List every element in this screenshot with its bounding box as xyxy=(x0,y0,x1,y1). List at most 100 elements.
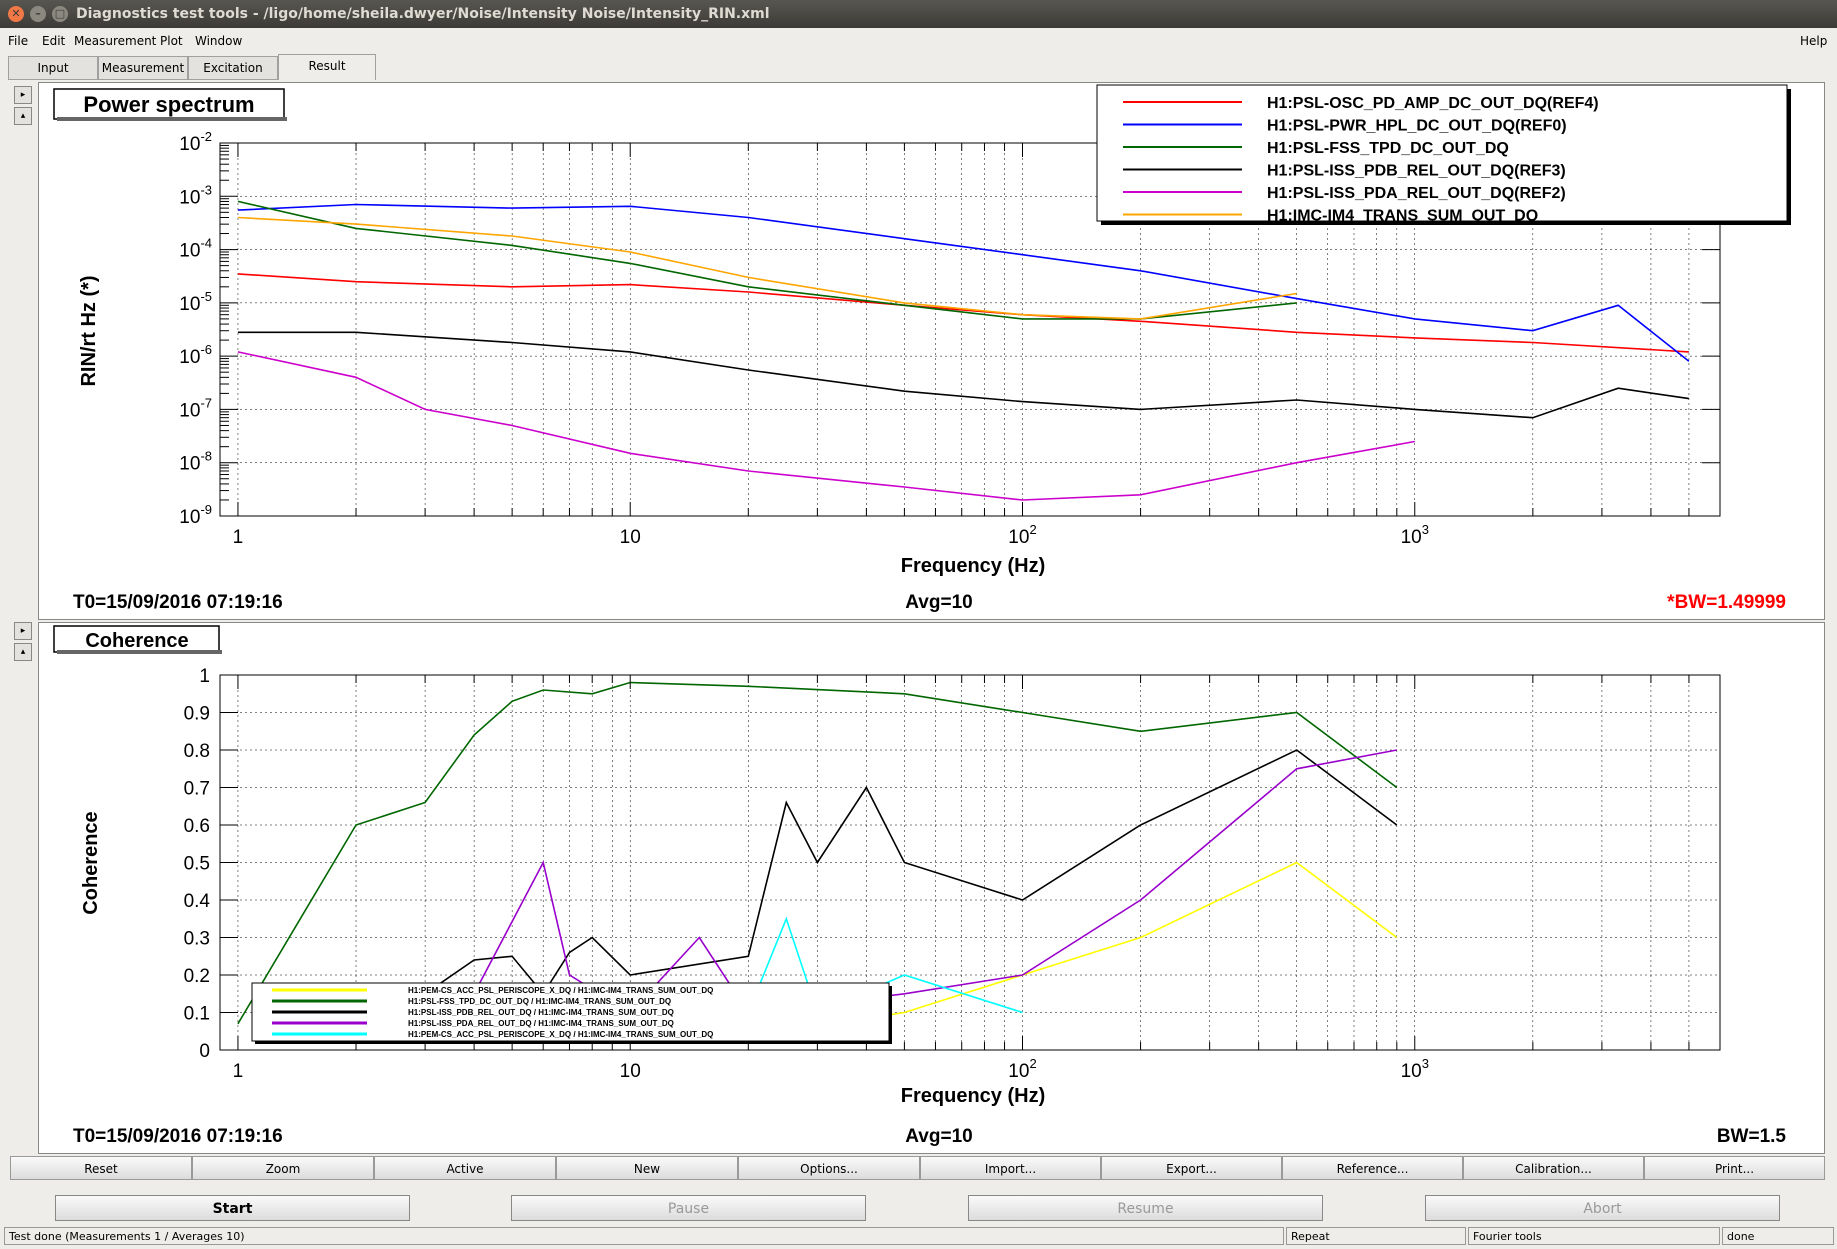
series-line-1 xyxy=(237,203,1690,362)
plot1-series xyxy=(237,200,1690,501)
y-tick-exponent: -3 xyxy=(200,182,212,197)
plot2-xlabel: Frequency (Hz) xyxy=(901,1085,1045,1107)
y-tick-label: 10-2 xyxy=(179,129,212,155)
plot2-bw: BW=1.5 xyxy=(1717,1126,1787,1147)
y-tick-label: 0.7 xyxy=(184,779,210,800)
arrow-right-icon[interactable]: ▸ xyxy=(14,622,32,640)
legend-label: H1:PSL-OSC_PD_AMP_DC_OUT_DQ(REF4) xyxy=(1267,95,1599,112)
x-tick-exponent: 3 xyxy=(1422,1056,1429,1071)
plot2-avg: Avg=10 xyxy=(905,1126,972,1147)
maximize-icon[interactable]: □ xyxy=(52,6,68,22)
plot1-xlabel: Frequency (Hz) xyxy=(901,555,1045,577)
x-tick-label: 1 xyxy=(233,1061,244,1082)
y-tick-label: 0.1 xyxy=(184,1004,210,1025)
y-tick-label: 10-7 xyxy=(179,395,212,421)
start-button[interactable]: Start xyxy=(55,1195,410,1221)
menu-bar: File Edit Measurement Plot Window Help xyxy=(0,30,1837,52)
plot1-avg: Avg=10 xyxy=(905,592,972,613)
series-line-2 xyxy=(424,749,1398,996)
series-line-1 xyxy=(237,681,1398,1025)
import-button[interactable]: Import... xyxy=(920,1156,1101,1180)
series-line-4 xyxy=(237,351,1415,501)
y-tick-label: 0.9 xyxy=(184,704,210,725)
legend-label: H1:IMC-IM4_TRANS_SUM_OUT_DQ xyxy=(1267,208,1538,225)
x-tick-label: 10 xyxy=(620,527,641,548)
status-tools: Fourier tools xyxy=(1468,1227,1720,1245)
x-tick-label: 102 xyxy=(1008,522,1036,548)
arrow-right-icon[interactable]: ▸ xyxy=(14,86,32,104)
y-tick-label: 10-5 xyxy=(179,289,212,315)
tab-result[interactable]: Result xyxy=(278,54,376,80)
x-tick-exponent: 2 xyxy=(1029,522,1036,537)
plot1-title: Power spectrum xyxy=(83,92,254,117)
y-tick-exponent: -8 xyxy=(200,449,212,464)
y-tick-exponent: -7 xyxy=(200,395,212,410)
pad1-side-buttons: ▸ ▴ xyxy=(14,86,32,128)
plot1-legend[interactable]: H1:PSL-OSC_PD_AMP_DC_OUT_DQ(REF4) H1:PSL-… xyxy=(1096,84,1791,225)
menu-help[interactable]: Help xyxy=(1800,34,1827,48)
y-tick-label: 10-6 xyxy=(179,342,212,368)
export-button[interactable]: Export... xyxy=(1101,1156,1282,1180)
menu-file[interactable]: File xyxy=(8,34,28,48)
y-tick-label: 10-3 xyxy=(179,182,212,208)
menu-plot[interactable]: Plot xyxy=(160,34,183,48)
new-button[interactable]: New xyxy=(556,1156,738,1180)
plot1-t0: T0=15/09/2016 07:19:16 xyxy=(73,592,283,613)
y-tick-exponent: -6 xyxy=(200,342,212,357)
power-spectrum-pad: Power spectrum 10-9 10-8 10-7 10-6 10-5 10-4 1… xyxy=(38,82,1825,620)
menu-measurement[interactable]: Measurement xyxy=(74,34,156,48)
legend-label: H1:PSL-ISS_PDB_REL_OUT_DQ / H1:IMC-IM4_T… xyxy=(408,1008,674,1017)
plot1-ylabel: RIN/rt Hz (*) xyxy=(78,275,100,386)
pause-button[interactable]: Pause xyxy=(511,1195,866,1221)
legend-label: H1:PSL-FSS_TPD_DC_OUT_DQ / H1:IMC-IM4_TR… xyxy=(408,997,671,1006)
plot2-ylabel: Coherence xyxy=(80,811,102,914)
plot2-t0: T0=15/09/2016 07:19:16 xyxy=(73,1126,283,1147)
x-tick-exponent: 2 xyxy=(1029,1056,1036,1071)
plot-button-bar: Reset Zoom Active New Options... Import.… xyxy=(10,1156,1825,1180)
arrow-up-icon[interactable]: ▴ xyxy=(14,107,32,125)
x-tick-label: 102 xyxy=(1008,1056,1036,1082)
menu-window[interactable]: Window xyxy=(195,34,242,48)
close-icon[interactable]: ✕ xyxy=(8,6,24,22)
arrow-up-icon[interactable]: ▴ xyxy=(14,643,32,661)
reset-button[interactable]: Reset xyxy=(10,1156,192,1180)
y-tick-label: 0.6 xyxy=(184,816,210,837)
legend-label: H1:PSL-FSS_TPD_DC_OUT_DQ xyxy=(1267,140,1509,157)
y-tick-label: 10-4 xyxy=(179,236,212,262)
legend-label: H1:PSL-PWR_HPL_DC_OUT_DQ(REF0) xyxy=(1267,118,1567,135)
tab-measurement[interactable]: Measurement xyxy=(98,56,188,80)
power-spectrum-chart[interactable]: Power spectrum 10-910-810-710-610-510-41… xyxy=(39,83,1824,619)
y-tick-label: 10-9 xyxy=(179,502,212,528)
minimize-icon[interactable]: – xyxy=(30,6,46,22)
coherence-chart[interactable]: Coherence 00.10.20.30.40.50.60.70.80.91 … xyxy=(39,623,1824,1153)
status-repeat: Repeat xyxy=(1286,1227,1466,1245)
y-tick-label: 0.8 xyxy=(184,741,210,762)
y-tick-exponent: -5 xyxy=(200,289,212,304)
control-bar: Start Pause Resume Abort xyxy=(0,1195,1837,1223)
x-tick-label: 10 xyxy=(620,1061,641,1082)
y-tick-exponent: -2 xyxy=(200,129,212,144)
abort-button[interactable]: Abort xyxy=(1425,1195,1780,1221)
zoom-button[interactable]: Zoom xyxy=(192,1156,374,1180)
status-main: Test done (Measurements 1 / Averages 10) xyxy=(4,1227,1284,1245)
x-tick-label: 103 xyxy=(1401,1056,1429,1082)
y-tick-label: 10-8 xyxy=(179,449,212,475)
resume-button[interactable]: Resume xyxy=(968,1195,1323,1221)
y-tick-label: 0.5 xyxy=(184,854,210,875)
tab-input[interactable]: Input xyxy=(8,56,98,80)
options-button[interactable]: Options... xyxy=(738,1156,920,1180)
legend-label: H1:PEM-CS_ACC_PSL_PERISCOPE_X_DQ / H1:IM… xyxy=(408,1030,713,1039)
series-line-0 xyxy=(237,273,1689,353)
y-tick-label: 0 xyxy=(199,1041,210,1062)
plot2-legend[interactable]: H1:PEM-CS_ACC_PSL_PERISCOPE_X_DQ / H1:IM… xyxy=(251,982,892,1044)
tab-excitation[interactable]: Excitation xyxy=(188,56,278,80)
active-button[interactable]: Active xyxy=(374,1156,556,1180)
legend-label: H1:PSL-ISS_PDA_REL_OUT_DQ(REF2) xyxy=(1267,185,1566,202)
reference-button[interactable]: Reference... xyxy=(1282,1156,1463,1180)
y-tick-label: 0.2 xyxy=(184,966,210,987)
print-button[interactable]: Print... xyxy=(1644,1156,1825,1180)
legend-label: H1:PSL-ISS_PDB_REL_OUT_DQ(REF3) xyxy=(1267,163,1566,180)
calibration-button[interactable]: Calibration... xyxy=(1463,1156,1644,1180)
menu-edit[interactable]: Edit xyxy=(42,34,65,48)
y-tick-exponent: -9 xyxy=(200,502,212,517)
